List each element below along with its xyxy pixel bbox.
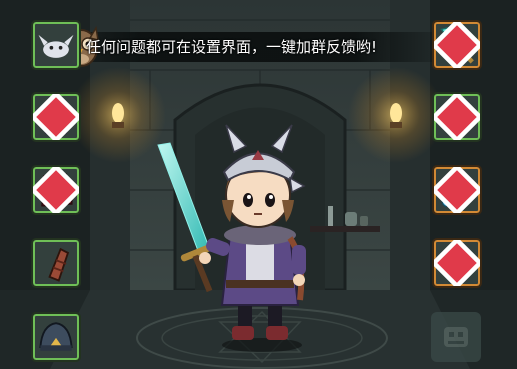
companion-creature-icon [38, 34, 74, 58]
red-gem-icon [434, 167, 480, 213]
weapon-slot[interactable] [432, 20, 482, 70]
bracer-slot[interactable] [31, 238, 81, 288]
helmet-slot[interactable] [31, 312, 81, 362]
hint-banner-text: 任何问题都可在设置界面，一键加群反馈哟! [86, 38, 378, 56]
pet-menu-button[interactable] [431, 312, 481, 362]
red-gem-icon [33, 167, 79, 213]
ring-slot[interactable] [432, 92, 482, 142]
red-gem-icon [434, 22, 480, 68]
armor-slot[interactable] [31, 92, 81, 142]
leather-bracer-icon [48, 247, 70, 282]
necklace-slot[interactable] [432, 165, 482, 215]
red-gem-icon [434, 94, 480, 140]
companion-slot[interactable] [31, 20, 81, 70]
paw-icon [444, 327, 468, 347]
boots-slot[interactable] [31, 165, 81, 215]
red-gem-icon [434, 240, 480, 286]
charm-slot[interactable] [432, 238, 482, 288]
red-gem-icon [33, 94, 79, 140]
dark-helmet-icon [39, 322, 73, 351]
